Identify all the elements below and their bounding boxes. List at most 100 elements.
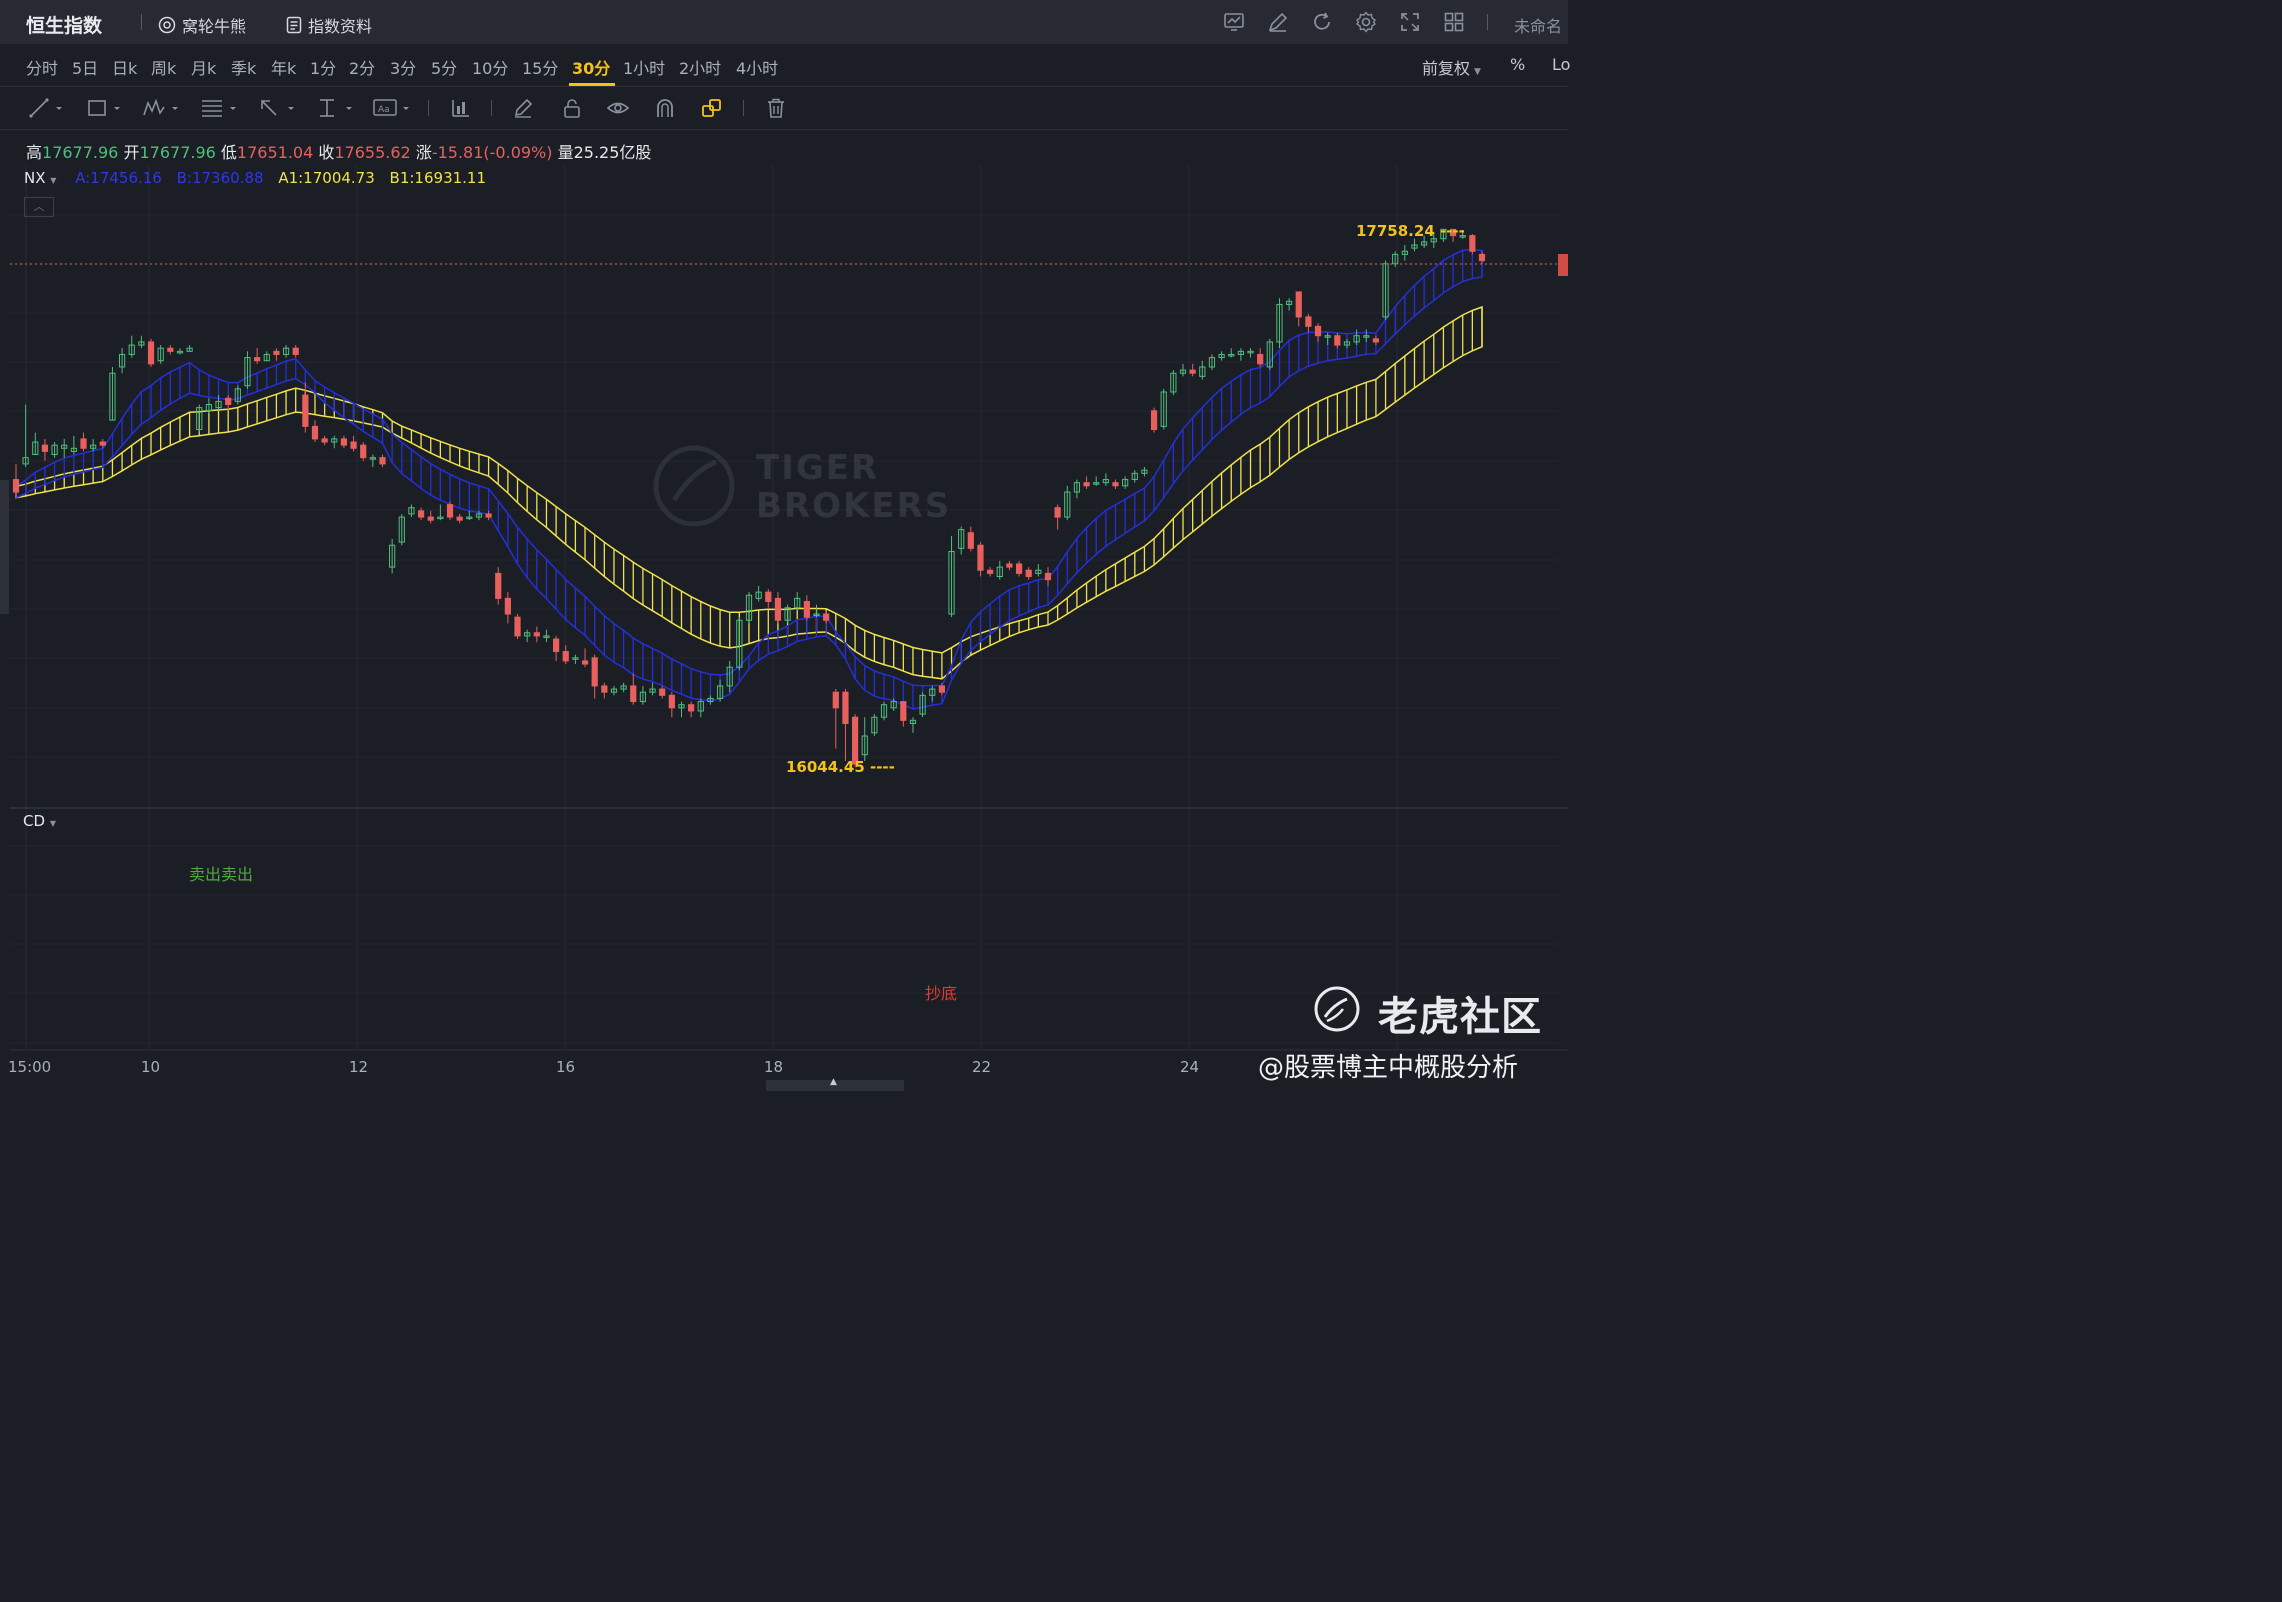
candle bbox=[794, 592, 801, 611]
candle bbox=[1170, 370, 1177, 396]
candle-body bbox=[321, 438, 328, 443]
candle-body bbox=[427, 516, 434, 521]
candle-body bbox=[456, 516, 463, 521]
candle bbox=[398, 513, 405, 546]
nx-indicator-dropdown[interactable]: NX ▼ bbox=[24, 169, 56, 187]
candle-body bbox=[302, 394, 309, 427]
x-axis-label: 10 bbox=[141, 1058, 161, 1076]
candle-body bbox=[765, 591, 772, 603]
nx-indicator-name: NX bbox=[24, 169, 46, 187]
candle bbox=[51, 442, 58, 458]
candle-body bbox=[311, 425, 319, 440]
cd-indicator-dropdown[interactable]: CD ▼ bbox=[23, 812, 56, 830]
nx-b-value: B:17360.88 bbox=[176, 169, 264, 187]
candle-body bbox=[417, 510, 425, 518]
candle-body bbox=[581, 660, 589, 665]
candle bbox=[350, 435, 357, 452]
candle bbox=[591, 654, 598, 699]
collapse-legend-button[interactable]: ︿ bbox=[24, 197, 54, 217]
candle bbox=[610, 685, 618, 696]
candle bbox=[659, 685, 666, 699]
candle bbox=[1382, 260, 1389, 321]
candle-body bbox=[99, 441, 106, 446]
low-label: 低 bbox=[220, 143, 237, 162]
candle bbox=[263, 351, 270, 362]
candle bbox=[977, 542, 984, 577]
candle bbox=[948, 535, 955, 618]
candle bbox=[880, 701, 888, 721]
change-value: -15.81(-0.09%) bbox=[431, 143, 553, 162]
candle bbox=[562, 645, 569, 665]
candle bbox=[803, 595, 810, 621]
candle bbox=[495, 567, 502, 605]
open-label: 开 bbox=[123, 143, 140, 162]
candle-body bbox=[379, 457, 386, 465]
candle bbox=[919, 692, 926, 718]
candle bbox=[1112, 479, 1119, 489]
candle bbox=[196, 404, 203, 433]
candle bbox=[765, 589, 772, 608]
candle-body bbox=[1015, 563, 1023, 574]
candle bbox=[1199, 360, 1206, 380]
candle bbox=[1286, 298, 1293, 311]
candle bbox=[1478, 251, 1486, 264]
candle bbox=[1363, 329, 1370, 342]
candle bbox=[1141, 467, 1148, 477]
x-axis-label: 24 bbox=[1180, 1058, 1200, 1076]
candle bbox=[755, 585, 762, 602]
candle bbox=[41, 438, 49, 461]
candle bbox=[340, 435, 348, 449]
candle bbox=[900, 701, 907, 727]
candle bbox=[157, 345, 164, 364]
x-axis-label: 22 bbox=[972, 1058, 992, 1076]
candle bbox=[601, 682, 608, 699]
candle bbox=[292, 345, 299, 358]
candle bbox=[1237, 348, 1244, 361]
candle bbox=[716, 679, 724, 702]
candle bbox=[832, 689, 839, 749]
candle bbox=[22, 404, 29, 468]
change-label: 涨 bbox=[415, 143, 432, 162]
candle-body bbox=[1112, 482, 1119, 487]
candle bbox=[649, 682, 656, 696]
bottom-signal-label: 抄底 bbox=[925, 984, 958, 1003]
x-axis-label: 18 bbox=[764, 1058, 784, 1076]
candle bbox=[389, 538, 396, 574]
candle bbox=[311, 420, 319, 443]
candle-body bbox=[553, 638, 560, 653]
candle-body bbox=[1314, 325, 1322, 337]
cd-indicator-name: CD bbox=[23, 812, 46, 830]
community-watermark: 老虎社区 bbox=[1378, 994, 1542, 1040]
candle-body bbox=[1469, 235, 1476, 252]
candlestick-chart[interactable] bbox=[0, 0, 1568, 1101]
candle bbox=[118, 348, 126, 374]
candle-body bbox=[495, 572, 502, 599]
candle bbox=[639, 685, 647, 705]
candle bbox=[1189, 363, 1196, 377]
candle bbox=[446, 501, 454, 521]
candle-body bbox=[12, 479, 20, 493]
candle bbox=[1025, 567, 1032, 580]
candle bbox=[321, 435, 328, 446]
candle bbox=[466, 510, 473, 521]
candle-body bbox=[668, 694, 675, 709]
author-watermark: @股票博主中概股分析 bbox=[1258, 1053, 1519, 1083]
candle bbox=[987, 567, 994, 577]
candle bbox=[12, 463, 20, 499]
candle bbox=[842, 689, 849, 761]
time-scroll-handle[interactable]: ▲ bbox=[766, 1077, 904, 1091]
candle bbox=[784, 604, 791, 624]
candle-body bbox=[533, 632, 540, 637]
high-label: 高 bbox=[26, 143, 43, 162]
candle-body bbox=[446, 504, 454, 518]
candle bbox=[437, 504, 444, 521]
x-axis-label: 15:00 bbox=[8, 1058, 52, 1076]
candle bbox=[745, 592, 753, 624]
candle bbox=[273, 348, 280, 361]
candle bbox=[678, 701, 685, 718]
candle bbox=[282, 345, 290, 358]
candle bbox=[1411, 238, 1418, 252]
max-price-label: 17758.24 ---- bbox=[1356, 222, 1465, 240]
nx-b1-value: B1:16931.11 bbox=[389, 169, 487, 187]
candle bbox=[1343, 338, 1351, 349]
